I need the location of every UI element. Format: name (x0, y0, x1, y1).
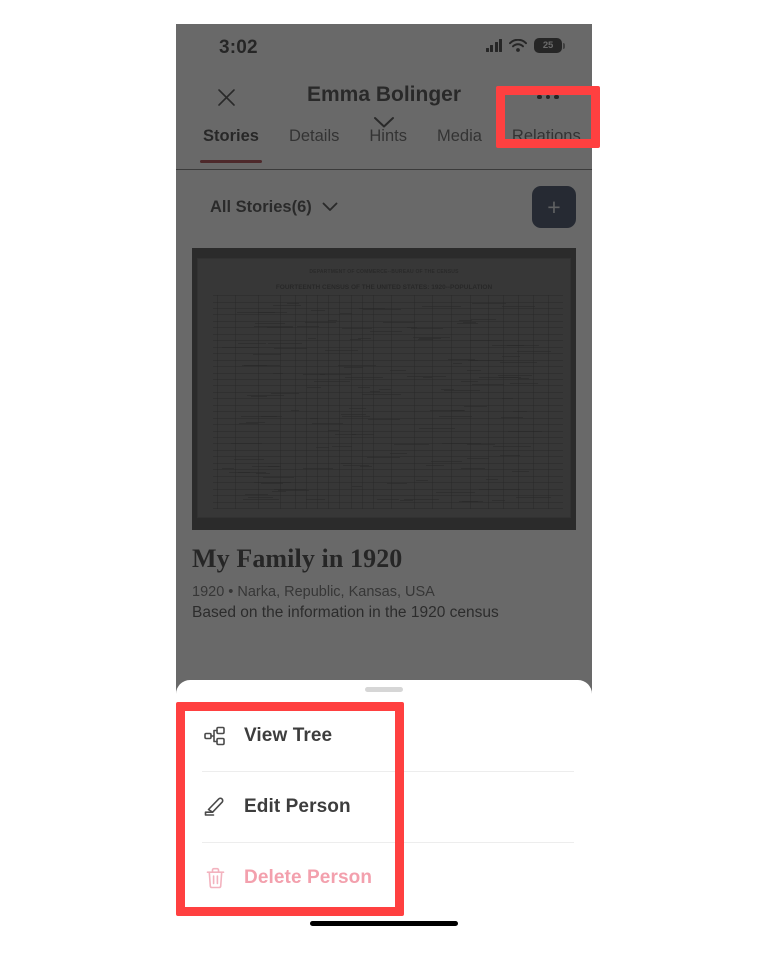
story-meta: 1920 • Narka, Republic, Kansas, USA (192, 584, 576, 600)
menu-label-delete-person: Delete Person (244, 867, 372, 889)
wifi-icon (509, 39, 527, 52)
cellular-signal-icon (486, 39, 503, 52)
home-indicator (310, 921, 458, 926)
tab-media[interactable]: Media (422, 124, 497, 146)
story-title: My Family in 1920 (192, 544, 576, 574)
tab-details[interactable]: Details (274, 124, 354, 146)
tab-stories[interactable]: Stories (188, 124, 274, 146)
tab-bar: Stories Details Hints Media Relations (176, 124, 592, 170)
nav-bar: Emma Bolinger (176, 72, 592, 124)
drag-handle[interactable] (365, 687, 403, 692)
phone-screen: 3:02 25 Emma Bolinger Stories Details Hi… (176, 24, 592, 936)
tab-relations[interactable]: Relations (497, 124, 592, 146)
filter-bar: All Stories(6) + (176, 170, 592, 248)
add-story-button[interactable]: + (532, 186, 576, 228)
status-indicators: 25 (486, 38, 563, 53)
action-menu: View Tree Edit Person Delete Person (176, 700, 592, 913)
pencil-icon (202, 794, 228, 820)
status-time: 3:02 (219, 37, 258, 59)
filter-label: All Stories(6) (210, 198, 312, 217)
all-stories-filter[interactable]: All Stories(6) (192, 186, 356, 228)
trash-icon (202, 865, 228, 891)
menu-item-view-tree[interactable]: View Tree (176, 700, 592, 771)
census-document-image: DEPARTMENT OF COMMERCE--BUREAU OF THE CE… (197, 258, 571, 518)
more-options-button[interactable] (526, 81, 570, 113)
menu-label-view-tree: View Tree (244, 725, 332, 747)
screenshot-root: 3:02 25 Emma Bolinger Stories Details Hi… (0, 0, 768, 960)
battery-level: 25 (543, 40, 553, 51)
menu-item-delete-person[interactable]: Delete Person (176, 842, 592, 913)
document-grid (198, 259, 570, 517)
tab-hints[interactable]: Hints (354, 124, 422, 146)
status-bar: 3:02 25 (176, 24, 592, 72)
tree-icon (202, 723, 228, 749)
action-sheet: View Tree Edit Person Delete Person (176, 680, 592, 936)
story-image[interactable]: DEPARTMENT OF COMMERCE--BUREAU OF THE CE… (192, 248, 576, 530)
plus-icon: + (547, 196, 560, 219)
menu-label-edit-person: Edit Person (244, 796, 351, 818)
chevron-down-icon (322, 198, 338, 217)
story-description: Based on the information in the 1920 cen… (192, 604, 576, 622)
battery-icon: 25 (534, 38, 562, 53)
menu-item-edit-person[interactable]: Edit Person (176, 771, 592, 842)
